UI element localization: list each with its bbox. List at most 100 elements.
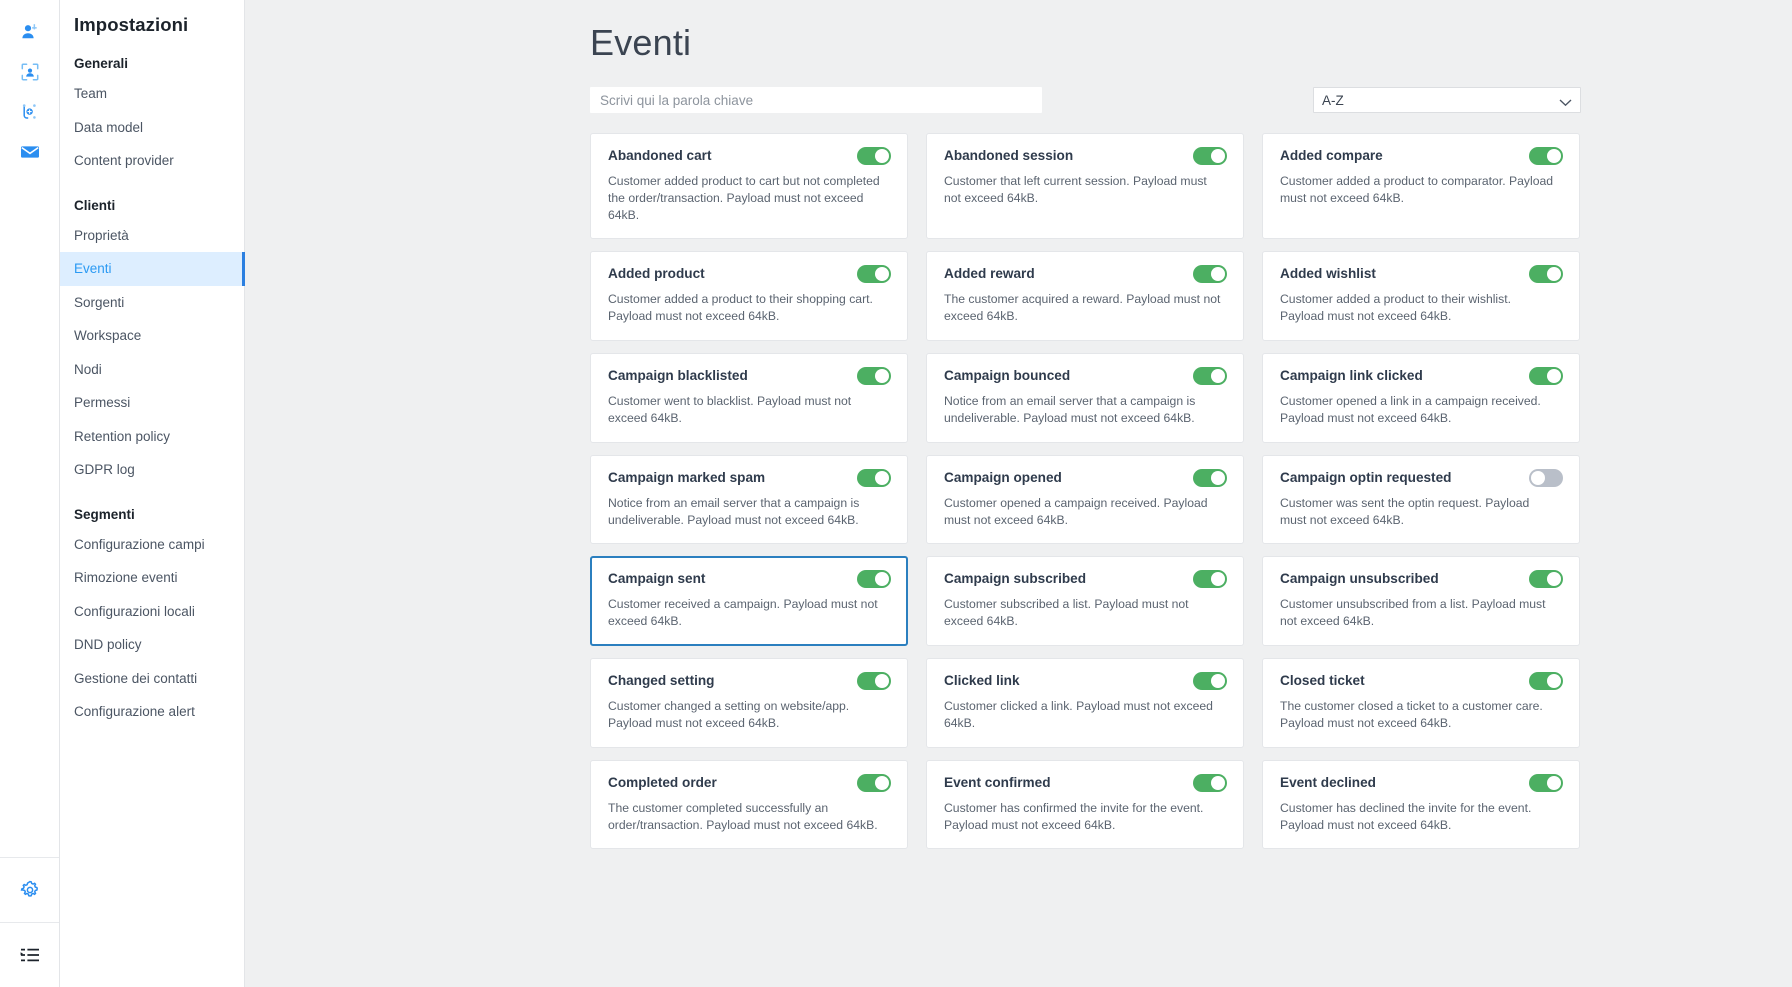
event-card[interactable]: Campaign marked spam Notice from an email… bbox=[590, 454, 908, 545]
event-enabled-toggle[interactable] bbox=[857, 265, 891, 284]
event-card[interactable]: Abandoned cart Customer added product to … bbox=[590, 133, 908, 240]
event-card-header: Campaign subscribed bbox=[944, 570, 1227, 589]
event-card-description: Customer unsubscribed from a list. Paylo… bbox=[1280, 597, 1546, 629]
sidebar-group-label: Generali bbox=[74, 56, 129, 71]
page-title: Eventi bbox=[590, 22, 692, 63]
event-card-header: Abandoned cart bbox=[608, 147, 891, 165]
event-card[interactable]: Event declined Customer has declined the … bbox=[1262, 759, 1580, 850]
toggle-knob bbox=[1211, 369, 1225, 384]
event-enabled-toggle[interactable] bbox=[857, 367, 891, 386]
sidebar-item-configurazioni-locali[interactable]: Configurazioni locali bbox=[60, 595, 244, 629]
event-card[interactable]: Campaign unsubscribed Customer unsubscrib… bbox=[1262, 556, 1580, 647]
event-enabled-toggle[interactable] bbox=[1193, 265, 1227, 284]
event-enabled-toggle[interactable] bbox=[1529, 672, 1563, 691]
sidebar-item-gdpr-log[interactable]: GDPR log bbox=[60, 453, 244, 487]
icon-rail-bottom bbox=[0, 857, 59, 987]
sidebar-item-configurazione-alert[interactable]: Configurazione alert bbox=[60, 695, 244, 729]
event-card[interactable]: Campaign link clicked Customer opened a l… bbox=[1262, 353, 1580, 443]
gear-icon[interactable] bbox=[0, 858, 60, 922]
sort-select[interactable]: A-ZZ-A bbox=[1313, 87, 1581, 113]
event-card[interactable]: Changed setting Customer changed a settin… bbox=[590, 658, 908, 748]
event-enabled-toggle[interactable] bbox=[1193, 570, 1227, 589]
event-card-title: Added compare bbox=[1280, 148, 1383, 163]
sidebar-item-data-model[interactable]: Data model bbox=[60, 111, 244, 145]
sidebar-item-dnd-policy[interactable]: DND policy bbox=[60, 628, 244, 662]
event-card[interactable]: Added compare Customer added a product to… bbox=[1262, 133, 1580, 240]
event-enabled-toggle[interactable] bbox=[857, 570, 891, 589]
sidebar-item-sorgenti[interactable]: Sorgenti bbox=[60, 286, 244, 320]
event-enabled-toggle[interactable] bbox=[1529, 468, 1563, 487]
event-card-title: Added wishlist bbox=[1280, 266, 1376, 282]
toggle-knob bbox=[1211, 572, 1225, 587]
event-card[interactable]: Added wishlist Customer added a product t… bbox=[1262, 251, 1580, 342]
user-add-icon[interactable] bbox=[0, 12, 60, 52]
event-enabled-toggle[interactable] bbox=[1193, 367, 1227, 386]
sidebar-item-gestione-dei-contatti[interactable]: Gestione dei contatti bbox=[60, 662, 244, 696]
sidebar-item-team[interactable]: Team bbox=[60, 77, 244, 111]
events-grid: Abandoned cart Customer added product to … bbox=[590, 133, 1581, 850]
sidebar-item-content-provider[interactable]: Content provider bbox=[60, 144, 244, 178]
event-card-header: Event confirmed bbox=[944, 773, 1227, 792]
settings-sidebar: Impostazioni Generali Team Data model Conte… bbox=[60, 0, 245, 987]
sidebar-item-eventi[interactable]: Eventi bbox=[60, 252, 245, 286]
user-flow-icon[interactable] bbox=[0, 92, 60, 132]
event-card[interactable]: Campaign optin requested Customer was sen… bbox=[1262, 454, 1580, 545]
list-indent-icon[interactable] bbox=[0, 923, 60, 987]
sidebar-item-configurazione-campi[interactable]: Configurazione campi bbox=[60, 528, 244, 562]
main-content: Eventi A-ZZ-A Abandoned cart Customer add… bbox=[245, 0, 1792, 987]
event-card[interactable]: Added reward The customer acquired a rewa… bbox=[926, 251, 1244, 342]
mail-icon[interactable] bbox=[0, 132, 60, 172]
rail-spacer bbox=[0, 172, 59, 857]
event-card-header: Campaign optin requested bbox=[1280, 468, 1563, 487]
event-card[interactable]: Campaign subscribed Customer subscribed a… bbox=[926, 556, 1244, 647]
event-card-header: Abandoned session bbox=[944, 147, 1227, 165]
toolbar: A-ZZ-A bbox=[590, 87, 1581, 113]
event-card-description: The customer acquired a reward. Payload … bbox=[944, 292, 1221, 324]
event-enabled-toggle[interactable] bbox=[1529, 773, 1563, 792]
event-enabled-toggle[interactable] bbox=[1529, 570, 1563, 589]
event-enabled-toggle[interactable] bbox=[1193, 147, 1227, 165]
event-card[interactable]: Clicked link Customer clicked a link. Pay… bbox=[926, 658, 1244, 748]
event-enabled-toggle[interactable] bbox=[857, 147, 891, 165]
event-card[interactable]: Event confirmed Customer has confirmed th… bbox=[926, 759, 1244, 850]
event-card-description: Customer changed a setting on website/ap… bbox=[608, 699, 850, 730]
event-card-title: Campaign bounced bbox=[944, 368, 1071, 384]
event-enabled-toggle[interactable] bbox=[1193, 468, 1227, 487]
sidebar-item-permessi[interactable]: Permessi bbox=[60, 386, 244, 420]
event-enabled-toggle[interactable] bbox=[1193, 773, 1227, 792]
event-enabled-toggle[interactable] bbox=[1529, 265, 1563, 284]
event-card-header: Closed ticket bbox=[1280, 672, 1563, 691]
event-card[interactable]: Campaign sent Customer received a campaig… bbox=[590, 556, 908, 647]
toggle-knob bbox=[875, 775, 889, 790]
toggle-knob bbox=[875, 267, 889, 282]
sidebar-item-nodi[interactable]: Nodi bbox=[60, 353, 244, 387]
event-card-title: Campaign sent bbox=[608, 571, 706, 587]
event-card-header: Campaign blacklisted bbox=[608, 367, 891, 386]
event-card[interactable]: Added product Customer added a product to… bbox=[590, 251, 908, 342]
event-card[interactable]: Campaign bounced Notice from an email ser… bbox=[926, 353, 1244, 443]
event-enabled-toggle[interactable] bbox=[857, 468, 891, 487]
event-card[interactable]: Campaign blacklisted Customer went to bla… bbox=[590, 353, 908, 443]
sidebar-item-retention-policy[interactable]: Retention policy bbox=[60, 420, 244, 454]
event-enabled-toggle[interactable] bbox=[1529, 147, 1563, 165]
event-card-title: Campaign blacklisted bbox=[608, 368, 748, 384]
toggle-knob bbox=[1211, 775, 1225, 790]
event-enabled-toggle[interactable] bbox=[857, 773, 891, 792]
event-card[interactable]: Abandoned session Customer that left curr… bbox=[926, 133, 1244, 240]
sidebar-item-propriet[interactable]: Proprietà bbox=[60, 219, 244, 253]
event-enabled-toggle[interactable] bbox=[1529, 367, 1563, 386]
user-scan-icon[interactable] bbox=[0, 52, 60, 92]
event-card-description: Customer went to blacklist. Payload must… bbox=[608, 394, 852, 425]
event-card-title: Abandoned session bbox=[944, 148, 1074, 163]
sidebar-nav: Generali Team Data model Content provider Cl… bbox=[60, 50, 245, 729]
event-enabled-toggle[interactable] bbox=[857, 672, 891, 691]
event-card[interactable]: Closed ticket The customer closed a ticke… bbox=[1262, 658, 1580, 748]
sidebar-item-workspace[interactable]: Workspace bbox=[60, 319, 244, 353]
event-card-header: Added wishlist bbox=[1280, 265, 1563, 284]
search-input[interactable] bbox=[590, 87, 1042, 113]
event-card[interactable]: Campaign opened Customer opened a campaig… bbox=[926, 454, 1244, 545]
event-enabled-toggle[interactable] bbox=[1193, 672, 1227, 691]
event-card[interactable]: Completed order The customer completed su… bbox=[590, 759, 908, 850]
event-card-description: The customer completed successfully an o… bbox=[608, 800, 878, 832]
sidebar-item-rimozione-eventi[interactable]: Rimozione eventi bbox=[60, 561, 244, 595]
